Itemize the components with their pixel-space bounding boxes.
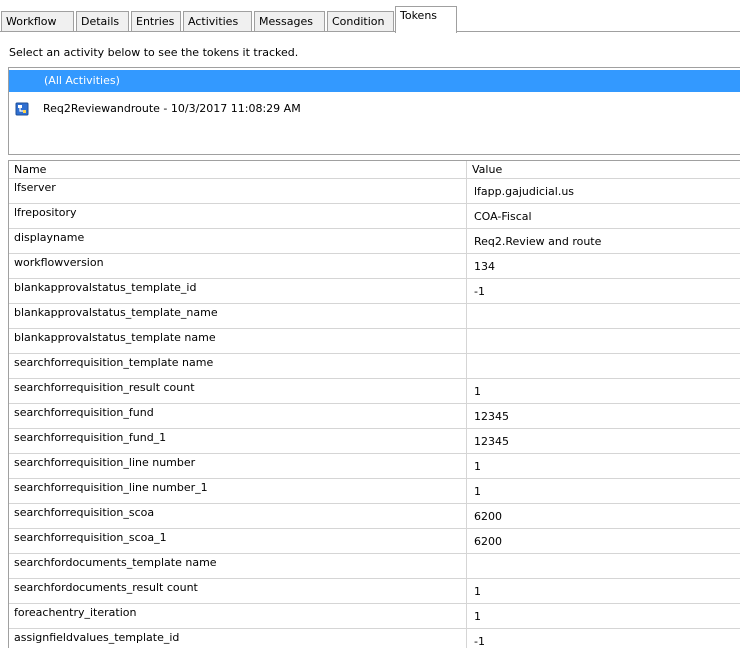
token-value-cell[interactable]: 1 (467, 604, 740, 628)
token-value-cell[interactable]: 134 (467, 254, 740, 278)
token-name-cell: lfrepository (9, 204, 467, 228)
token-name-cell: searchfordocuments_result count (9, 579, 467, 603)
token-name-cell: searchforrequisition_fund_1 (9, 429, 467, 453)
token-value-cell[interactable] (467, 304, 740, 328)
token-value-cell[interactable] (467, 329, 740, 353)
token-value-cell[interactable]: 6200 (467, 529, 740, 553)
table-row[interactable]: searchforrequisition_scoa_1 6200 (9, 529, 740, 554)
table-row[interactable]: blankapprovalstatus_template name (9, 329, 740, 354)
tab-tokens[interactable]: Tokens (395, 6, 457, 33)
workflow-tokens-window: Workflow Details Entries Activities Mess… (0, 0, 740, 648)
table-row[interactable]: searchforrequisition_result count 1 (9, 379, 740, 404)
token-value-cell[interactable]: -1 (467, 629, 740, 648)
tab-entries[interactable]: Entries (131, 11, 181, 31)
workflow-activity-icon (15, 102, 29, 116)
token-value-cell[interactable]: 6200 (467, 504, 740, 528)
token-value-cell[interactable] (467, 554, 740, 578)
token-name-cell: searchforrequisition_fund (9, 404, 467, 428)
table-row[interactable]: lfrepository COA-Fiscal (9, 204, 740, 229)
tab-activities[interactable]: Activities (183, 11, 252, 31)
column-header-name[interactable]: Name (9, 161, 467, 178)
token-value-cell[interactable]: 1 (467, 479, 740, 503)
token-name-cell: searchforrequisition_line number_1 (9, 479, 467, 503)
tab-condition[interactable]: Condition (327, 11, 394, 31)
token-name-cell: searchforrequisition_line number (9, 454, 467, 478)
token-value-cell[interactable] (467, 354, 740, 378)
token-value-cell[interactable]: 1 (467, 379, 740, 403)
token-name-cell: blankapprovalstatus_template_id (9, 279, 467, 303)
table-row[interactable]: searchforrequisition_fund 12345 (9, 404, 740, 429)
token-value-cell[interactable]: 1 (467, 454, 740, 478)
token-value-cell[interactable]: COA-Fiscal (467, 204, 740, 228)
token-name-cell: workflowversion (9, 254, 467, 278)
activity-item-req2reviewandroute[interactable]: Req2Reviewandroute - 10/3/2017 11:08:29 … (9, 98, 740, 120)
table-row[interactable]: searchfordocuments_result count 1 (9, 579, 740, 604)
token-name-cell: foreachentry_iteration (9, 604, 467, 628)
token-name-cell: searchforrequisition_scoa_1 (9, 529, 467, 553)
grid-header: Name Value (9, 161, 740, 179)
table-row[interactable]: searchforrequisition_line number_1 1 (9, 479, 740, 504)
tab-strip: Workflow Details Entries Activities Mess… (0, 0, 740, 33)
token-name-cell: displayname (9, 229, 467, 253)
token-value-cell[interactable]: Req2.Review and route (467, 229, 740, 253)
activity-item-all-activities[interactable]: (All Activities) (9, 70, 740, 92)
tokens-grid[interactable]: Name Value lfserver lfapp.gajudicial.us lf… (8, 160, 740, 648)
token-value-cell[interactable]: 12345 (467, 404, 740, 428)
instruction-text: Select an activity below to see the toke… (9, 46, 299, 59)
token-name-cell: searchforrequisition_result count (9, 379, 467, 403)
activity-item-label: Req2Reviewandroute - 10/3/2017 11:08:29 … (43, 102, 301, 115)
table-row[interactable]: assignfieldvalues_template_id -1 (9, 629, 740, 648)
token-name-cell: blankapprovalstatus_template name (9, 329, 467, 353)
table-row[interactable]: searchforrequisition_line number 1 (9, 454, 740, 479)
token-value-cell[interactable]: lfapp.gajudicial.us (467, 179, 740, 203)
table-row[interactable]: blankapprovalstatus_template_name (9, 304, 740, 329)
tab-details[interactable]: Details (76, 11, 129, 31)
tab-strip-divider (0, 31, 740, 32)
table-row[interactable]: workflowversion 134 (9, 254, 740, 279)
grid-rows: lfserver lfapp.gajudicial.us lfrepository C… (9, 179, 740, 648)
table-row[interactable]: searchforrequisition_template name (9, 354, 740, 379)
token-value-cell[interactable]: -1 (467, 279, 740, 303)
table-row[interactable]: displayname Req2.Review and route (9, 229, 740, 254)
tab-messages[interactable]: Messages (254, 11, 325, 31)
table-row[interactable]: searchforrequisition_fund_1 12345 (9, 429, 740, 454)
token-name-cell: searchforrequisition_scoa (9, 504, 467, 528)
table-row[interactable]: blankapprovalstatus_template_id -1 (9, 279, 740, 304)
tab-workflow[interactable]: Workflow (1, 11, 74, 31)
token-name-cell: searchforrequisition_template name (9, 354, 467, 378)
column-header-value[interactable]: Value (467, 161, 740, 178)
token-name-cell: searchfordocuments_template name (9, 554, 467, 578)
table-row[interactable]: lfserver lfapp.gajudicial.us (9, 179, 740, 204)
token-name-cell: assignfieldvalues_template_id (9, 629, 467, 648)
table-row[interactable]: searchforrequisition_scoa 6200 (9, 504, 740, 529)
table-row[interactable]: searchfordocuments_template name (9, 554, 740, 579)
token-value-cell[interactable]: 1 (467, 579, 740, 603)
token-value-cell[interactable]: 12345 (467, 429, 740, 453)
table-row[interactable]: foreachentry_iteration 1 (9, 604, 740, 629)
token-name-cell: lfserver (9, 179, 467, 203)
activity-list[interactable]: (All Activities) Req2Reviewandroute - 10… (8, 67, 740, 155)
token-name-cell: blankapprovalstatus_template_name (9, 304, 467, 328)
